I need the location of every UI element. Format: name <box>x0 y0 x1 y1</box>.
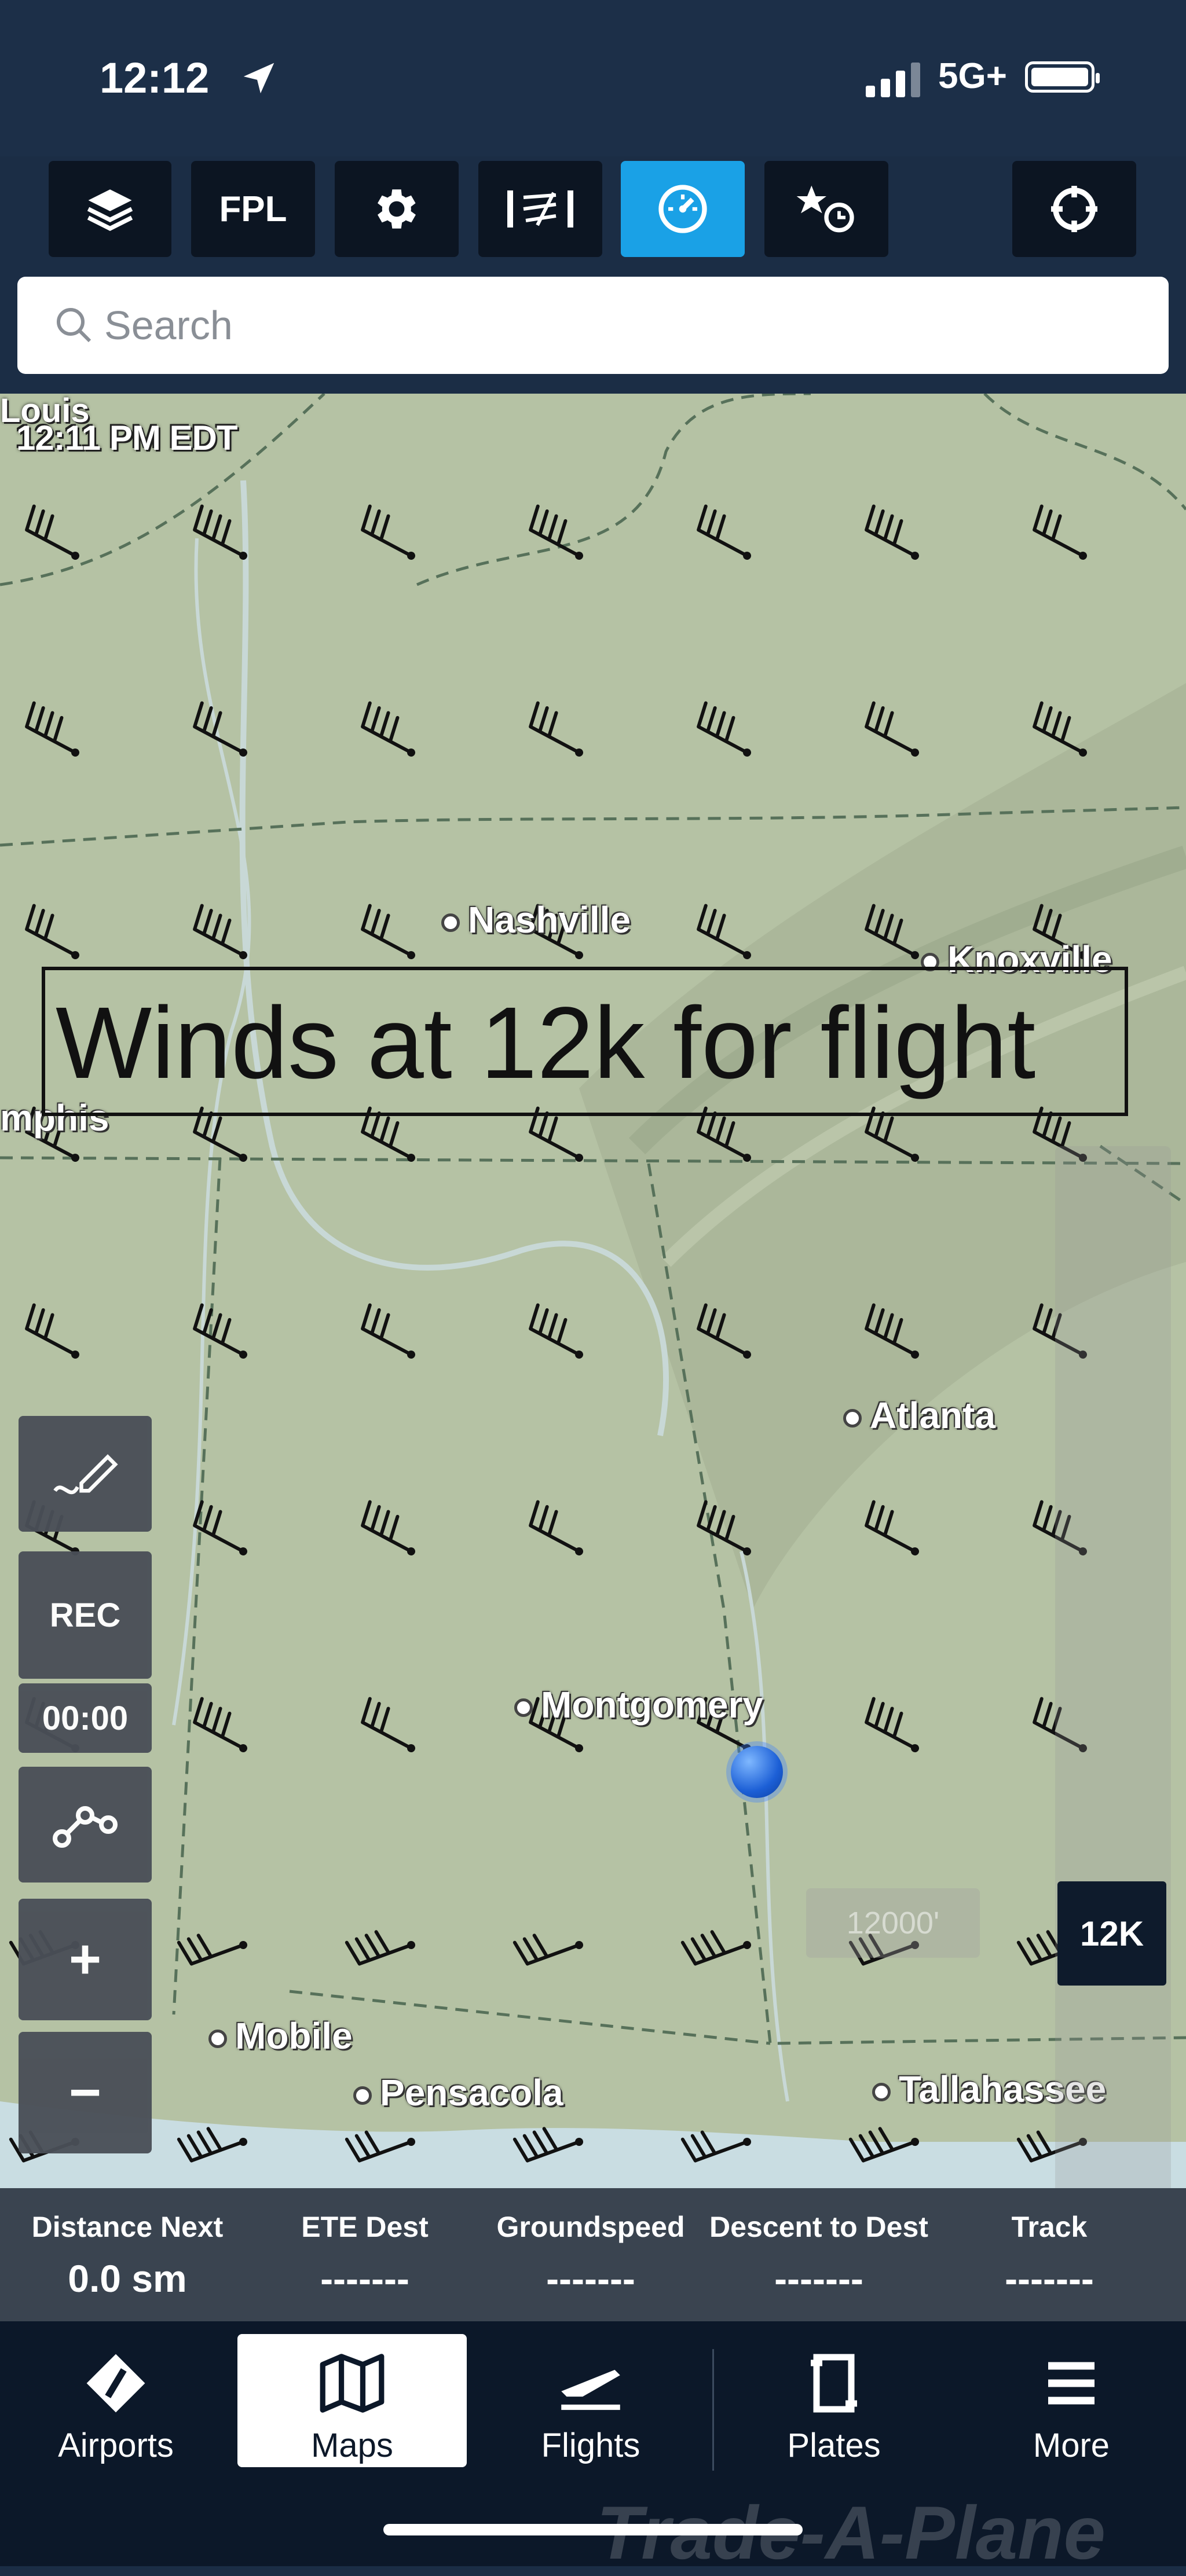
city-dot <box>514 1698 533 1718</box>
zoom-out-label: − <box>68 2061 102 2123</box>
fpl-button[interactable]: FPL <box>191 161 315 257</box>
zoom-in-button[interactable]: + <box>19 1899 152 2020</box>
menu-icon <box>1048 2362 1095 2405</box>
city-nashville: Nashville <box>441 898 631 941</box>
instrument-value: ------- <box>320 2257 409 2300</box>
instrument-strip: Distance Next 0.0 sm ETE Dest ------- Gr… <box>0 2188 1186 2321</box>
procedure-button[interactable] <box>478 161 602 257</box>
instrument-ete-dest[interactable]: ETE Dest ------- <box>249 2188 481 2321</box>
altitude-handle[interactable]: 12K <box>1057 1881 1166 1986</box>
tab-more[interactable]: More <box>990 2334 1152 2467</box>
instrument-label: Track <box>1011 2211 1088 2243</box>
tab-plates[interactable]: Plates <box>753 2334 915 2467</box>
tab-label: More <box>1033 2427 1110 2464</box>
city-atlanta: Atlanta <box>843 1394 995 1437</box>
altitude-ghost-label: 12000' <box>806 1888 980 1958</box>
layers-button[interactable] <box>49 161 171 257</box>
city-dot <box>441 913 460 933</box>
settings-button[interactable] <box>335 161 459 257</box>
procedure-icon <box>507 190 573 227</box>
city-nashville-label: Nashville <box>468 899 631 941</box>
record-label: REC <box>49 1596 121 1634</box>
gauge-icon <box>658 185 707 233</box>
favorites-button[interactable] <box>764 161 888 257</box>
instrument-groundspeed[interactable]: Groundspeed ------- <box>475 2188 707 2321</box>
tab-label: Maps <box>311 2427 393 2464</box>
fpl-label: FPL <box>219 189 287 229</box>
record-timer: 00:00 <box>19 1683 152 1753</box>
network-type: 5G+ <box>938 56 1007 96</box>
home-indicator <box>383 2524 803 2535</box>
route-button[interactable] <box>19 1767 152 1883</box>
city-atlanta-label: Atlanta <box>870 1395 995 1436</box>
instrument-label: ETE Dest <box>301 2211 429 2243</box>
city-mobile: Mobile <box>208 2014 353 2057</box>
gear-icon <box>378 189 416 229</box>
locate-button[interactable] <box>1012 161 1136 257</box>
plane-icon <box>561 2369 620 2410</box>
map-base <box>0 394 1186 2188</box>
map-view[interactable]: Louis 12:11 PM EDT mphis Nashville Knoxv… <box>0 394 1186 2188</box>
status-time: 12:12 <box>100 54 210 102</box>
record-button[interactable]: REC <box>19 1551 152 1679</box>
tab-airports[interactable]: Airports <box>35 2334 197 2467</box>
tab-label: Airports <box>58 2427 174 2464</box>
instrument-distance-next[interactable]: Distance Next 0.0 sm <box>17 2188 237 2321</box>
instrument-value: ------- <box>1005 2257 1094 2300</box>
instrument-label: Distance Next <box>31 2211 224 2243</box>
city-montgomery-label: Montgomery <box>541 1684 763 1726</box>
status-bar: 12:12 5G+ <box>0 0 1186 156</box>
battery-icon <box>1025 61 1100 93</box>
annotation-box: Winds at 12k for flight <box>42 967 1128 1116</box>
tab-flights[interactable]: Flights <box>510 2334 672 2467</box>
tab-label: Plates <box>787 2427 881 2464</box>
city-mobile-label: Mobile <box>235 2015 353 2057</box>
search-input[interactable]: Search <box>17 277 1169 374</box>
instrument-label: Groundspeed <box>496 2211 685 2243</box>
star-clock-icon <box>796 185 854 233</box>
location-arrow-icon <box>243 63 274 94</box>
city-pensacola-label: Pensacola <box>380 2072 563 2113</box>
map-timestamp: 12:11 PM EDT <box>16 419 237 457</box>
search-icon <box>57 308 91 343</box>
city-pensacola: Pensacola <box>353 2071 563 2114</box>
pencil-icon <box>53 1454 118 1495</box>
crosshair-icon <box>1051 186 1097 232</box>
city-dot <box>353 2086 372 2105</box>
airport-icon <box>86 2354 145 2413</box>
zoom-out-button[interactable]: − <box>19 2032 152 2153</box>
instrument-value: ------- <box>774 2257 863 2300</box>
city-dot <box>208 2030 227 2049</box>
signal-icon <box>866 63 920 97</box>
map-icon <box>320 2354 385 2413</box>
layers-icon <box>87 189 133 231</box>
instrument-descent-to-dest[interactable]: Descent to Dest ------- <box>703 2188 935 2321</box>
instrument-value: 0.0 sm <box>68 2257 187 2300</box>
altitude-slider[interactable] <box>1055 1146 1171 2188</box>
tab-label: Flights <box>541 2427 640 2464</box>
timer-value: 00:00 <box>42 1699 129 1737</box>
instruments-button[interactable] <box>621 161 745 257</box>
city-montgomery: Montgomery <box>514 1683 763 1726</box>
instrument-track[interactable]: Track ------- <box>934 2188 1165 2321</box>
draw-button[interactable] <box>19 1416 152 1532</box>
instrument-label: Descent to Dest <box>709 2211 928 2243</box>
search-placeholder: Search <box>104 303 233 348</box>
route-icon <box>53 1806 118 1848</box>
city-dot <box>872 2083 891 2102</box>
instrument-value: ------- <box>546 2257 635 2300</box>
tab-maps[interactable]: Maps <box>237 2334 467 2467</box>
tab-divider <box>712 2349 714 2471</box>
ownship-position <box>731 1746 783 1798</box>
plate-icon <box>811 2354 857 2413</box>
zoom-in-label: + <box>68 1928 102 1990</box>
city-dot <box>843 1409 862 1428</box>
